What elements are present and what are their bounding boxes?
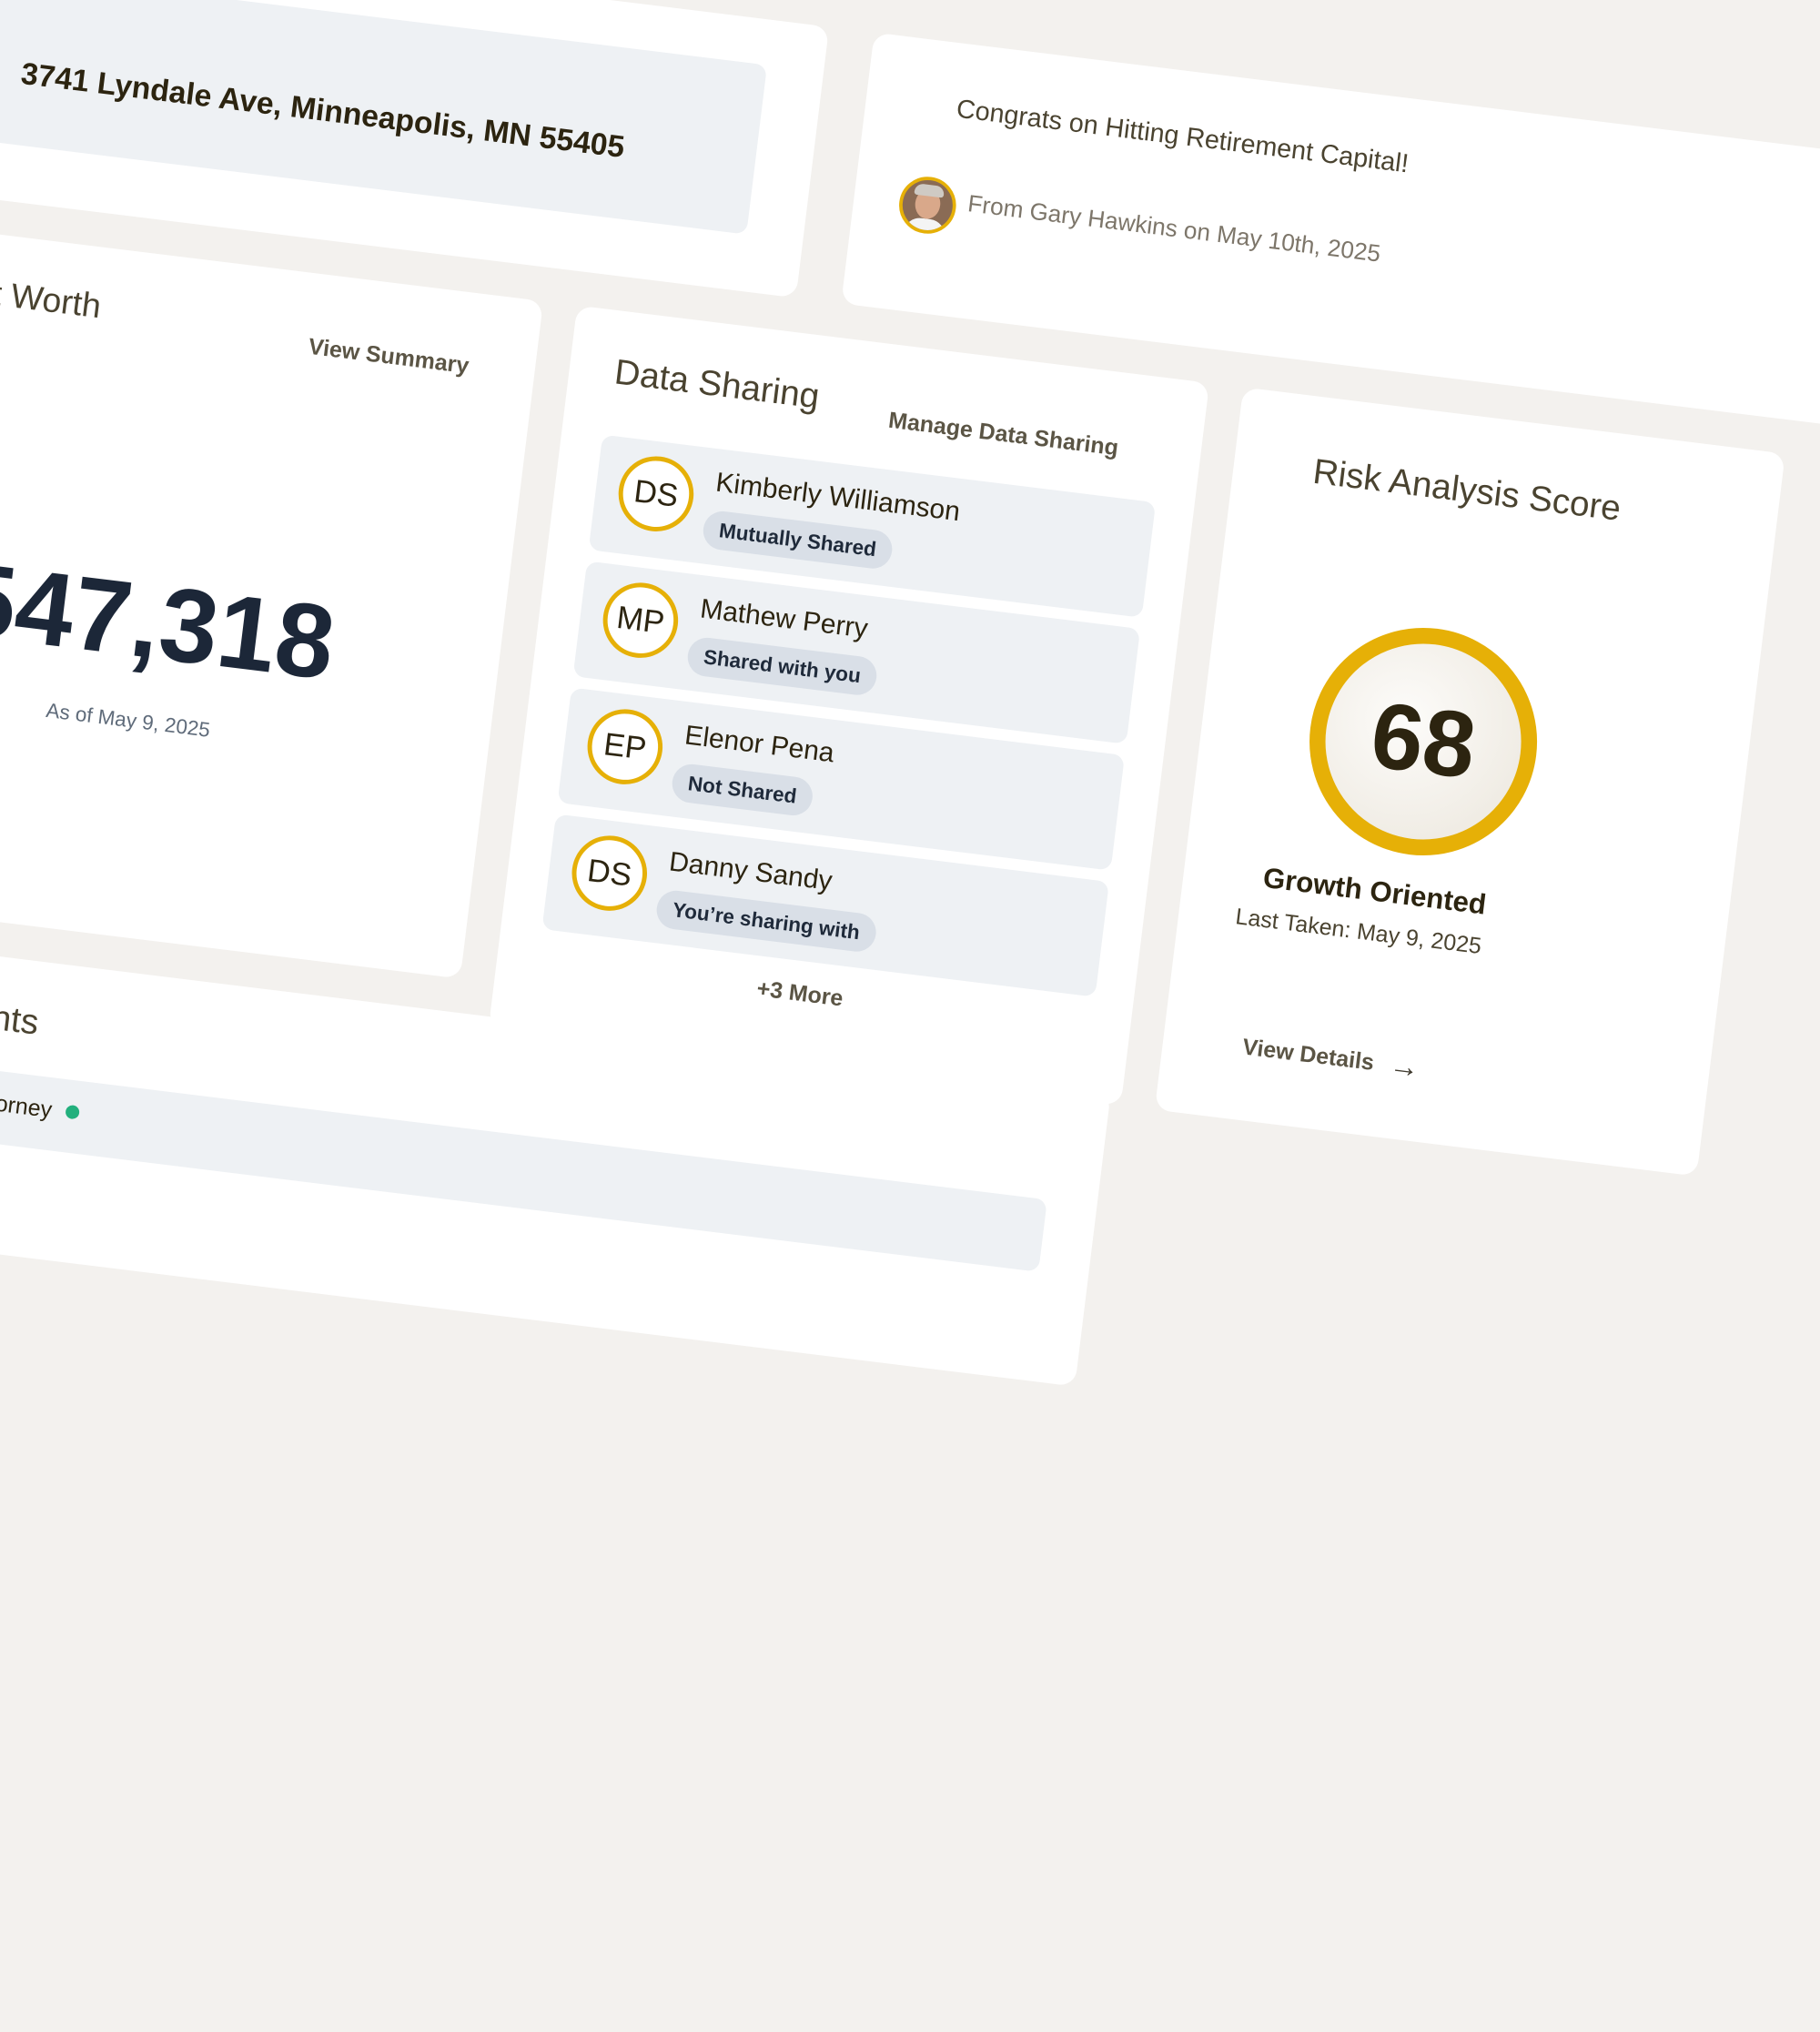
document-name: Power of Attorney xyxy=(0,1077,54,1124)
sender-avatar xyxy=(895,173,960,238)
person-name: Danny Sandy xyxy=(667,846,834,897)
share-status-badge: Mutually Shared xyxy=(701,509,895,571)
risk-score-ring: 68 xyxy=(1296,614,1551,869)
view-summary-link[interactable]: View Summary xyxy=(307,335,470,380)
net-worth-card: Net Worth View Summary $547,318 As of Ma… xyxy=(0,223,544,979)
address-text: 3741 Lyndale Ave, Minneapolis, MN 55405 xyxy=(19,56,627,165)
initials-avatar: DS xyxy=(567,831,652,915)
share-status-badge: You’re sharing with xyxy=(654,888,878,955)
net-worth-value: $547,318 xyxy=(0,533,341,703)
documents-title: Documents xyxy=(0,981,41,1043)
initials-avatar: EP xyxy=(582,704,667,789)
net-worth-title: Net Worth xyxy=(0,269,104,326)
initials-avatar: DS xyxy=(613,451,698,536)
initials-avatar: MP xyxy=(598,578,682,662)
manage-data-sharing-link[interactable]: Manage Data Sharing xyxy=(887,408,1120,462)
address-panel: 3741 Lyndale Ave, Minneapolis, MN 55405 xyxy=(0,0,768,235)
people-list: DS Kimberly Williamson Mutually Shared M… xyxy=(541,434,1157,1008)
risk-analysis-card: Risk Analysis Score 68 Growth Oriented L… xyxy=(1154,387,1785,1177)
arrow-right-icon: → xyxy=(1388,1046,1421,1085)
share-status-badge: Shared with you xyxy=(685,635,879,698)
document-name-line: Power of Attorney xyxy=(0,1077,80,1127)
view-details-link[interactable]: View Details → xyxy=(1240,1029,1421,1086)
person-name: Elenor Pena xyxy=(682,720,836,769)
show-more-link[interactable]: +3 More xyxy=(755,976,844,1013)
risk-score-value: 68 xyxy=(1365,682,1481,799)
message-title: Congrats on Hitting Retirement Capital! xyxy=(955,93,1410,178)
person-name: Mathew Perry xyxy=(698,593,870,645)
view-details-label: View Details xyxy=(1240,1035,1376,1077)
data-sharing-card: Data Sharing Manage Data Sharing DS Kimb… xyxy=(488,305,1210,1106)
dashboard-canvas: 3741 Lyndale Ave, Minneapolis, MN 55405 … xyxy=(0,0,1820,2032)
status-dot-icon xyxy=(65,1104,80,1120)
risk-analysis-title: Risk Analysis Score xyxy=(1310,450,1623,529)
document-row[interactable]: Power of Attorney xyxy=(0,1052,1047,1272)
message-sender-line: From Gary Hawkins on May 10th, 2025 xyxy=(966,190,1382,268)
avatar-shirt-shape xyxy=(903,216,946,238)
net-worth-as-of: As of May 9, 2025 xyxy=(45,698,212,742)
share-status-badge: Not Shared xyxy=(670,762,815,818)
data-sharing-title: Data Sharing xyxy=(612,351,822,417)
